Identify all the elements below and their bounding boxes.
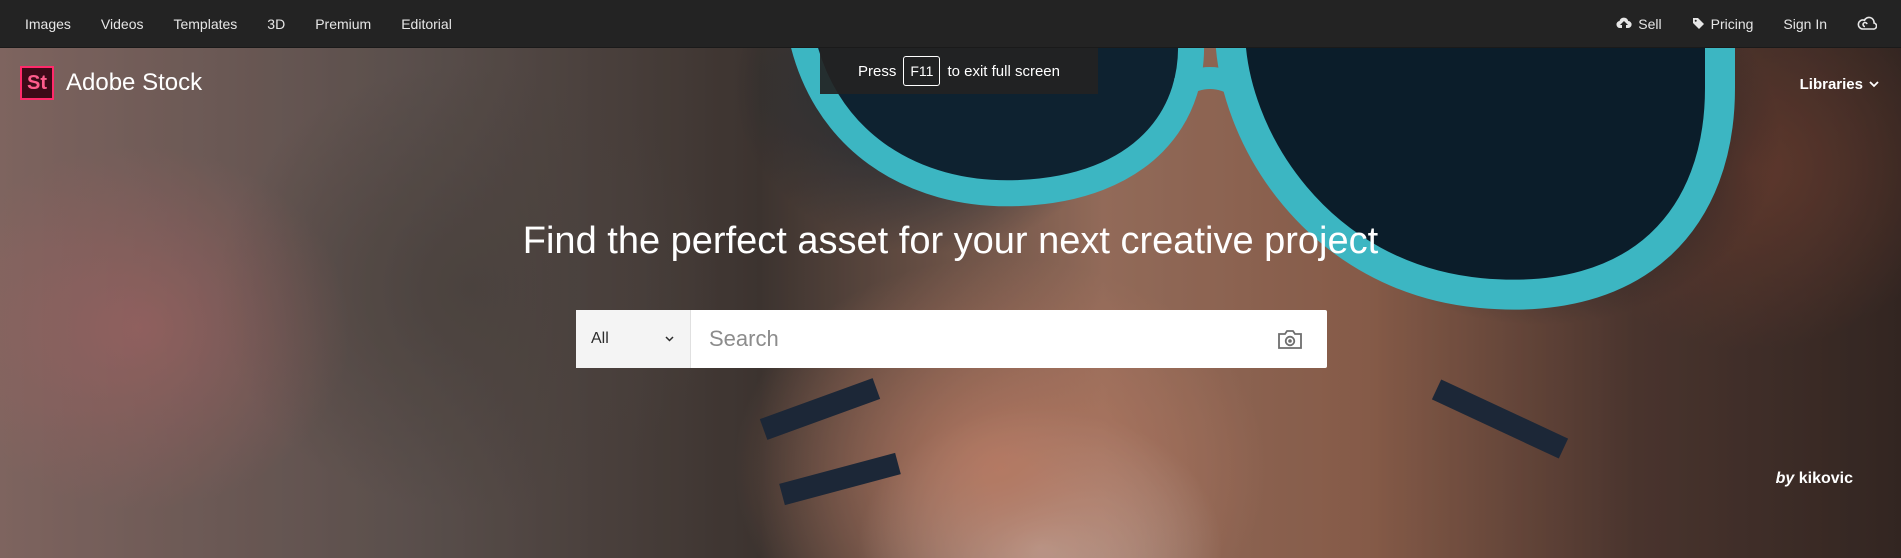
adobe-stock-logo[interactable]: St Adobe Stock — [20, 66, 202, 100]
hero-photo-stripe-3 — [1431, 379, 1569, 459]
credit-author: kikovic — [1798, 470, 1853, 487]
nav-images[interactable]: Images — [25, 16, 71, 32]
search-input[interactable] — [691, 310, 1253, 368]
hero-headline: Find the perfect asset for your next cre… — [522, 220, 1379, 262]
pricing-label: Pricing — [1710, 15, 1754, 32]
cloud-upload-icon — [1616, 17, 1632, 28]
sell-label: Sell — [1638, 15, 1662, 32]
libraries-label: Libraries — [1799, 76, 1863, 93]
search-category-value: All — [591, 330, 609, 347]
hero-section: St Adobe Stock Libraries Press F11 to ex… — [0, 48, 1901, 558]
sign-in-label: Sign In — [1783, 15, 1827, 32]
hero-photo-stripe-1 — [759, 378, 881, 440]
tag-icon — [1692, 18, 1704, 29]
toast-press: Press — [858, 62, 897, 80]
nav-videos[interactable]: Videos — [101, 16, 144, 32]
account-nav: Sell Pricing Sign In — [1586, 0, 1901, 47]
nav-templates[interactable]: Templates — [173, 16, 237, 32]
search-bar: All — [576, 310, 1327, 368]
stock-logo-mark: St — [20, 66, 54, 100]
credit-by: by — [1775, 470, 1795, 487]
photo-credit[interactable]: by kikovic — [1776, 470, 1853, 488]
nav-editorial[interactable]: Editorial — [401, 16, 452, 32]
chevron-down-icon — [1869, 81, 1879, 88]
top-navigation-bar: Images Videos Templates 3D Premium Edito… — [0, 0, 1901, 48]
sign-in-link[interactable]: Sign In — [1783, 16, 1827, 32]
libraries-dropdown[interactable]: Libraries — [1800, 76, 1879, 93]
creative-cloud-button[interactable] — [1857, 16, 1883, 32]
nav-3d[interactable]: 3D — [267, 16, 285, 32]
visual-search-button[interactable] — [1253, 310, 1327, 368]
sell-link[interactable]: Sell — [1616, 15, 1662, 32]
creative-cloud-icon — [1857, 16, 1877, 30]
category-nav: Images Videos Templates 3D Premium Edito… — [0, 0, 482, 47]
camera-icon — [1278, 329, 1302, 349]
toast-message: to exit full screen — [947, 62, 1060, 80]
nav-premium[interactable]: Premium — [315, 16, 371, 32]
pricing-link[interactable]: Pricing — [1692, 15, 1754, 32]
brand-name: Adobe Stock — [66, 69, 203, 96]
fullscreen-toast: Press F11 to exit full screen — [820, 48, 1098, 94]
chevron-down-icon — [665, 336, 674, 342]
search-category-select[interactable]: All — [576, 310, 691, 368]
hero-photo-stripe-2 — [779, 452, 901, 506]
toast-key: F11 — [903, 56, 941, 86]
